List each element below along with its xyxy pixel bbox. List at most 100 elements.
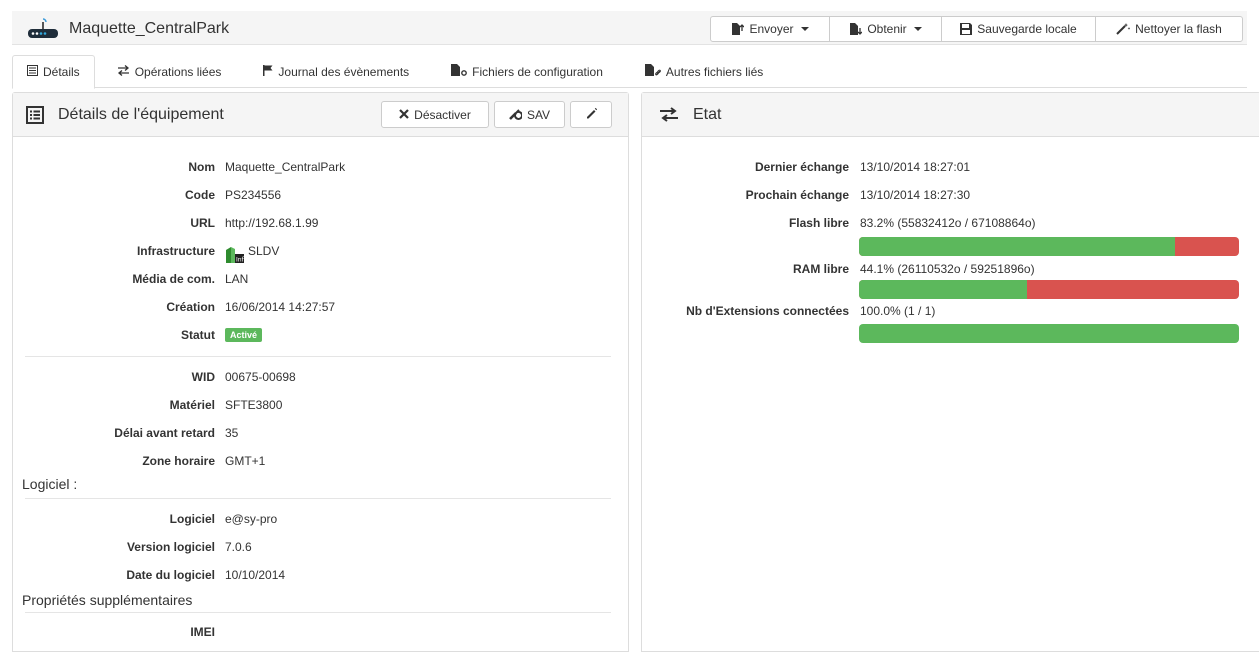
field-label: Média de com. [132, 272, 215, 286]
field-media: Média de com. LAN [13, 272, 628, 290]
details-panel: Détails de l'équipement Désactiver SAV N… [12, 92, 629, 652]
building-icon: Inf [225, 246, 245, 266]
field-materiel: Matériel SFTE3800 [13, 398, 628, 416]
close-icon [399, 108, 409, 122]
field-extensions: Nb d'Extensions connectées 100.0% (1 / 1… [642, 304, 1259, 322]
sauvegarde-label: Sauvegarde locale [977, 22, 1077, 36]
extensions-progress-bar [859, 324, 1239, 343]
envoyer-label: Envoyer [749, 22, 794, 36]
field-label: Infrastructure [136, 244, 215, 258]
field-value: e@sy-pro [225, 512, 278, 526]
field-delai: Délai avant retard 35 [13, 426, 628, 444]
caret-down-icon [800, 27, 809, 31]
file-link-icon [644, 64, 661, 79]
field-label: Nb d'Extensions connectées [686, 304, 849, 318]
field-label: Zone horaire [142, 454, 215, 468]
tab-fichiers-configuration[interactable]: Fichiers de configuration [437, 55, 617, 88]
field-value: 13/10/2014 18:27:30 [860, 188, 971, 202]
flag-icon [263, 64, 273, 79]
file-gear-icon [451, 64, 468, 79]
obtenir-button[interactable]: Obtenir [829, 16, 942, 42]
field-value: http://192.68.1.99 [225, 216, 319, 230]
field-value-wrap: Activé [225, 328, 263, 342]
details-panel-buttons: Désactiver SAV [381, 101, 612, 128]
field-label: Délai avant retard [114, 426, 215, 440]
tab-operations-liees[interactable]: Opérations liées [103, 55, 236, 88]
header-toolbar: Envoyer Obtenir Sauvegarde locale Nettoy… [710, 16, 1243, 42]
field-value: 7.0.6 [225, 540, 252, 554]
field-zone-horaire: Zone horaire GMT+1 [13, 454, 628, 472]
field-label: WID [191, 370, 215, 384]
envoyer-button[interactable]: Envoyer [710, 16, 830, 42]
field-url: URL http://192.68.1.99 [13, 216, 628, 234]
tab-autres-fichiers[interactable]: Autres fichiers liés [631, 55, 777, 88]
field-prochain-echange: Prochain échange 13/10/2014 18:27:30 [642, 188, 1259, 206]
pencil-icon [585, 107, 598, 122]
field-nom: Nom Maquette_CentralPark [13, 160, 628, 178]
edit-button[interactable] [570, 101, 612, 128]
field-value-wrap: Inf SLDV [225, 244, 279, 266]
tab-label: Opérations liées [134, 64, 222, 79]
nettoyer-flash-button[interactable]: Nettoyer la flash [1095, 16, 1243, 42]
ram-progress-bar [859, 280, 1239, 299]
field-value: 83.2% (55832412o / 67108864o) [860, 216, 1036, 230]
tab-details[interactable]: Détails [12, 55, 95, 89]
field-value: 00675-00698 [225, 370, 296, 384]
sauvegarde-locale-button[interactable]: Sauvegarde locale [941, 16, 1096, 42]
file-download-icon [849, 23, 863, 35]
field-ram-libre: RAM libre 44.1% (26110532o / 59251896o) [642, 262, 1259, 280]
field-date-logiciel: Date du logiciel 10/10/2014 [13, 568, 628, 586]
field-creation: Création 16/06/2014 14:27:57 [13, 300, 628, 318]
field-value: LAN [225, 272, 249, 286]
field-version-logiciel: Version logiciel 7.0.6 [13, 540, 628, 558]
field-value: SFTE3800 [225, 398, 283, 412]
file-upload-icon [731, 23, 745, 35]
field-code: Code PS234556 [13, 188, 628, 206]
details-panel-header: Détails de l'équipement Désactiver SAV [13, 93, 628, 137]
tab-journal[interactable]: Journal des évènements [249, 55, 423, 88]
logiciel-section-title: Logiciel : [22, 476, 78, 492]
app-header: Maquette_CentralPark Envoyer Obtenir Sau… [12, 11, 1247, 45]
floppy-disk-icon [960, 23, 973, 35]
props-section-title: Propriétés supplémentaires [22, 592, 193, 608]
magic-wand-icon [1116, 23, 1131, 35]
sav-label: SAV [526, 107, 551, 122]
field-value: 10/10/2014 [225, 568, 286, 582]
tab-label: Détails [43, 65, 80, 79]
field-label: URL [190, 216, 215, 230]
app-title: Maquette_CentralPark [69, 20, 230, 37]
field-label: Prochain échange [745, 188, 849, 202]
tab-bar: Détails Opérations liées Journal des évè… [12, 55, 1247, 89]
etat-panel: Etat Dernier échange 13/10/2014 18:27:01… [641, 92, 1259, 652]
field-label: Version logiciel [126, 540, 215, 554]
divider [25, 612, 611, 613]
field-value: PS234556 [225, 188, 282, 202]
exchange-icon [117, 64, 130, 79]
field-flash-libre: Flash libre 83.2% (55832412o / 67108864o… [642, 216, 1259, 234]
field-value: 13/10/2014 18:27:01 [860, 160, 971, 174]
field-label: Code [185, 188, 215, 202]
etat-panel-header: Etat [642, 93, 1259, 137]
router-icon [26, 18, 60, 40]
field-label: Matériel [169, 398, 215, 412]
field-value: 35 [225, 426, 239, 440]
divider [25, 498, 611, 499]
etat-panel-title: Etat [693, 106, 722, 123]
list-icon [27, 65, 38, 79]
field-logiciel: Logiciel e@sy-pro [13, 512, 628, 530]
field-value: 16/06/2014 14:27:57 [225, 300, 336, 314]
field-label: Dernier échange [754, 160, 849, 174]
field-infrastructure: Infrastructure Inf SLDV [13, 244, 628, 264]
svg-text:Inf: Inf [236, 257, 245, 264]
field-label: Flash libre [788, 216, 849, 230]
tab-label: Fichiers de configuration [472, 64, 603, 79]
field-label: Date du logiciel [126, 568, 215, 582]
desactiver-label: Désactiver [414, 107, 471, 122]
field-value: 100.0% (1 / 1) [860, 304, 936, 318]
field-value: Maquette_CentralPark [225, 160, 346, 174]
flash-progress-bar [859, 237, 1239, 256]
details-panel-title: Détails de l'équipement [58, 106, 224, 123]
desactiver-button[interactable]: Désactiver [381, 101, 489, 128]
field-wid: WID 00675-00698 [13, 370, 628, 388]
sav-button[interactable]: SAV [494, 101, 565, 128]
